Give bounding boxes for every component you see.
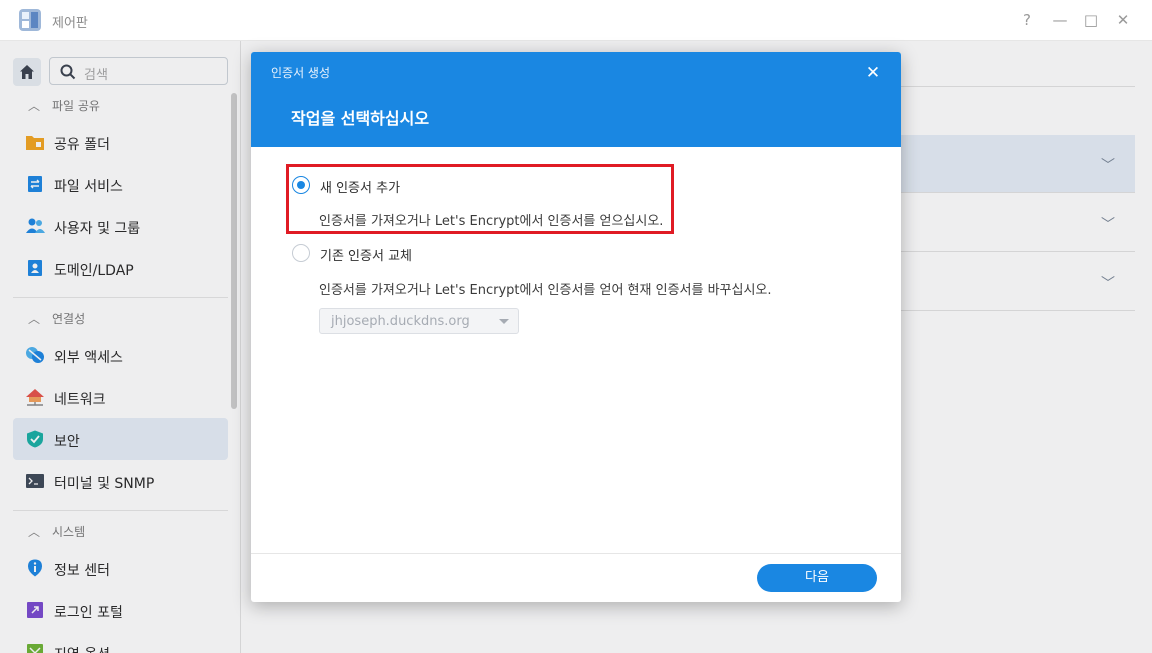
window-title: 제어판 [52, 16, 88, 31]
dialog-header: 인증서 생성 ✕ 작업을 선택하십시오 [251, 52, 901, 147]
close-dialog-button[interactable]: ✕ [861, 61, 885, 85]
maximize-button[interactable]: □ [1083, 10, 1099, 30]
next-button[interactable]: 다음 [757, 564, 877, 592]
create-certificate-dialog: 인증서 생성 ✕ 작업을 선택하십시오 새 인증서 추가 인증서를 가져오거나 … [251, 52, 901, 602]
option-desc-replace: 인증서를 가져오거나 Let's Encrypt에서 인증서를 얻어 현재 인증… [319, 283, 772, 298]
help-button[interactable]: ? [1019, 10, 1035, 30]
option-label-replace[interactable]: 기존 인증서 교체 [320, 245, 412, 264]
dialog-footer-divider [251, 553, 901, 554]
window-titlebar: 제어판 ? — □ ✕ [0, 0, 1152, 41]
dropdown-arrow-icon [499, 319, 509, 324]
radio-replace-existing-certificate[interactable] [292, 244, 310, 262]
radio-add-new-certificate[interactable] [292, 176, 310, 194]
minimize-button[interactable]: — [1052, 10, 1068, 30]
option-label-add-new[interactable]: 새 인증서 추가 [320, 177, 400, 196]
control-panel-app-icon [19, 9, 41, 31]
option-desc-add-new: 인증서를 가져오거나 Let's Encrypt에서 인증서를 얻으십시오. [319, 214, 664, 229]
dialog-title: 작업을 선택하십시오 [291, 109, 430, 128]
dialog-window-label: 인증서 생성 [271, 66, 331, 80]
certificate-select[interactable]: jhjoseph.duckdns.org [319, 308, 519, 334]
certificate-select-value: jhjoseph.duckdns.org [331, 314, 470, 329]
close-window-button[interactable]: ✕ [1115, 10, 1131, 30]
